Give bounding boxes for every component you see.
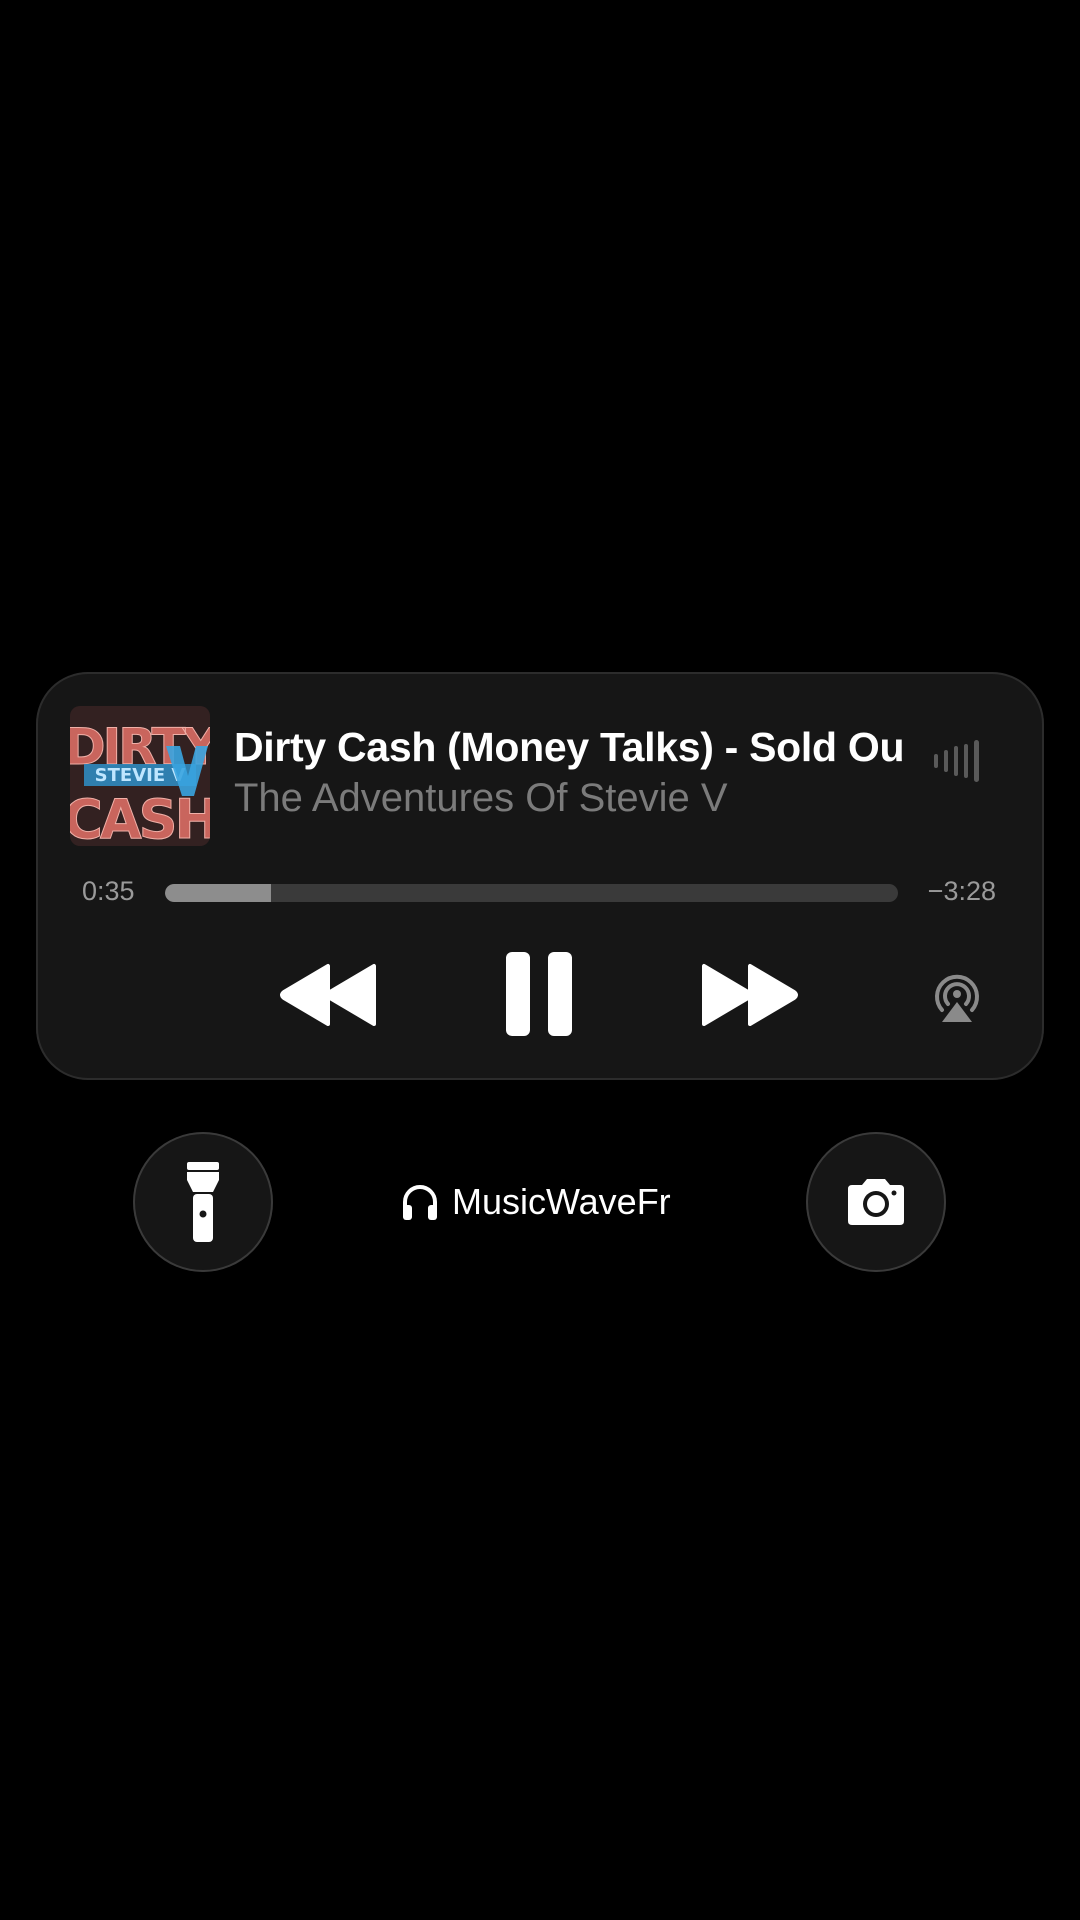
audio-output-route[interactable]: MusicWaveFr (400, 1174, 671, 1230)
track-title[interactable]: Dirty Cash (Money Talks) - Sold Ou (234, 724, 944, 771)
headphones-icon (403, 1185, 437, 1220)
fast-forward-icon (702, 964, 798, 1026)
audio-waveform-icon (932, 738, 988, 784)
artwork-text-middle: STEVIE V (95, 765, 186, 786)
rewind-icon (280, 964, 376, 1026)
now-playing-card[interactable]: DIRTY CASH STEVIE V Dirty Cash (Money Ta… (36, 672, 1044, 1080)
album-artwork[interactable]: DIRTY CASH STEVIE V (70, 706, 210, 846)
artwork-text-bottom: CASH (70, 788, 210, 846)
audio-output-label: MusicWaveFr (452, 1181, 671, 1222)
pause-icon (506, 952, 572, 1036)
album-artwork-image: DIRTY CASH STEVIE V (70, 706, 210, 846)
flashlight-icon (187, 1162, 219, 1242)
playback-scrubber[interactable] (165, 884, 898, 902)
airplay-button[interactable] (928, 968, 986, 1024)
remaining-time: −3:28 (927, 876, 996, 906)
track-artist[interactable]: The Adventures Of Stevie V (234, 776, 944, 821)
rewind-button[interactable] (280, 962, 380, 1028)
playback-progress-fill (165, 884, 272, 902)
camera-button[interactable] (806, 1132, 946, 1272)
fast-forward-button[interactable] (698, 962, 798, 1028)
camera-icon (848, 1179, 904, 1225)
pause-button[interactable] (504, 950, 574, 1040)
airplay-icon (935, 974, 979, 1022)
elapsed-time: 0:35 (82, 876, 135, 906)
flashlight-button[interactable] (133, 1132, 273, 1272)
